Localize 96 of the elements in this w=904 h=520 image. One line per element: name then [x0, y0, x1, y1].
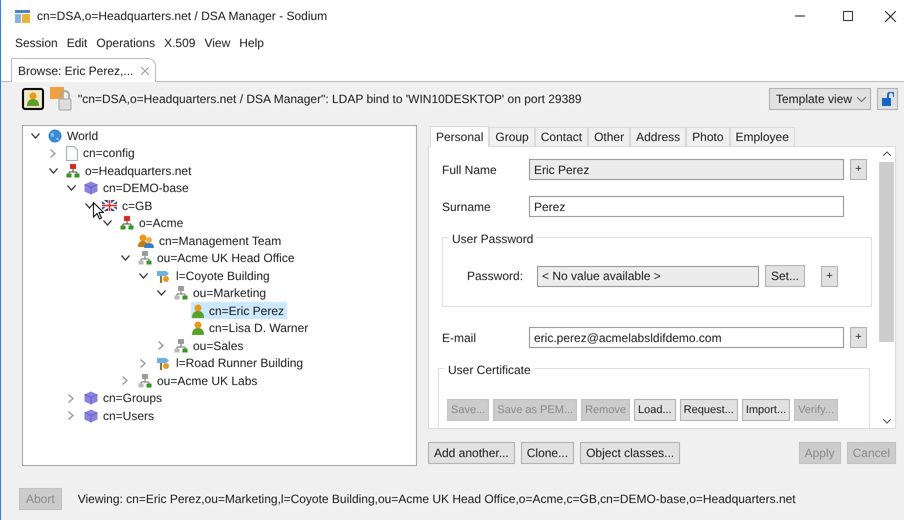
action-button[interactable]: Object classes...: [580, 442, 680, 464]
input-field[interactable]: < No value available >: [537, 266, 759, 286]
collapse-chevron-icon[interactable]: [84, 202, 94, 209]
certificate-button[interactable]: Load...: [634, 399, 676, 421]
collapse-chevron-icon[interactable]: [66, 185, 76, 192]
signpost-icon: [156, 268, 171, 283]
tree-item[interactable]: cn=Groups: [83, 390, 166, 407]
scroll-up-icon[interactable]: [882, 151, 890, 156]
menu-item[interactable]: View: [200, 34, 234, 52]
cube-icon: [84, 391, 98, 406]
unit-icon: [138, 251, 152, 266]
status-text: Viewing: cn=Eric Perez,ou=Marketing,l=Coyote Building,ou=Acme UK Head Office,o=Acme,c=GB,cn=DEMO-base,o=Headquarters.net: [78, 491, 796, 508]
window-title: cn=DSA,o=Headquarters.net / DSA Manager - Sodium: [37, 8, 328, 25]
menu-item[interactable]: Operations: [92, 34, 160, 52]
add-button[interactable]: +: [821, 266, 838, 286]
tab[interactable]: Photo: [686, 127, 730, 146]
field-label: E-mail: [442, 330, 478, 346]
expand-chevron-icon[interactable]: [68, 411, 74, 420]
padlock-icon: [882, 92, 894, 106]
editor-tab[interactable]: Browse: Eric Perez,...: [11, 58, 156, 82]
input-field[interactable]: eric.perez@acmelabsldifdemo.com: [529, 327, 844, 348]
add-button[interactable]: +: [850, 327, 867, 348]
tree-item[interactable]: ou=Sales: [173, 337, 246, 354]
flag-icon: [102, 200, 117, 212]
expand-chevron-icon[interactable]: [158, 341, 164, 350]
menu-item[interactable]: Edit: [62, 34, 92, 52]
maximize-icon[interactable]: [843, 11, 853, 21]
tree-item[interactable]: cn=Users: [83, 407, 158, 424]
people-icon: [138, 234, 154, 248]
person-icon: [192, 321, 204, 336]
tree-item[interactable]: o=Headquarters.net: [65, 162, 194, 180]
document-icon: [66, 146, 78, 161]
expand-chevron-icon[interactable]: [68, 394, 74, 403]
cube-icon: [84, 181, 98, 196]
field-label: Password:: [467, 268, 524, 285]
field-label: Full Name: [442, 162, 498, 178]
tree-item[interactable]: o=Acme: [119, 214, 186, 232]
action-button[interactable]: Clone...: [520, 442, 574, 464]
organization-icon: [120, 216, 134, 230]
tree-item[interactable]: ou=Marketing: [173, 284, 270, 302]
connection-text: "cn=DSA,o=Headquarters.net / DSA Manager": LDAP bind to 'WIN10DESKTOP' on port 29389: [78, 91, 582, 108]
organization-icon: [66, 164, 80, 178]
person-icon: [27, 92, 39, 106]
menu-item[interactable]: X.509: [160, 34, 200, 52]
tree-item[interactable]: cn=Management Team: [137, 232, 284, 250]
menu-item[interactable]: Help: [235, 34, 268, 52]
tree-item[interactable]: ou=Acme UK Labs: [137, 372, 260, 390]
tab[interactable]: Personal: [430, 126, 490, 147]
collapse-chevron-icon[interactable]: [48, 168, 58, 174]
tree-item[interactable]: l=Road Runner Building: [155, 354, 306, 372]
field-label: Surname: [442, 198, 492, 216]
tree-item[interactable]: l=Coyote Building: [155, 267, 273, 284]
set-button[interactable]: Set...: [765, 265, 806, 287]
menu-item[interactable]: Session: [11, 34, 62, 52]
signpost-icon: [156, 356, 171, 370]
scrollbar-thumb[interactable]: [879, 162, 894, 342]
collapse-chevron-icon[interactable]: [156, 290, 166, 296]
input-field[interactable]: Perez: [529, 196, 844, 217]
tree-item[interactable]: cn=DEMO-base: [83, 180, 192, 197]
tree-item[interactable]: World: [47, 127, 102, 144]
tab[interactable]: Contact: [534, 127, 588, 146]
expand-chevron-icon[interactable]: [122, 376, 128, 386]
person-button[interactable]: [22, 88, 44, 110]
input-field[interactable]: Eric Perez: [529, 159, 844, 180]
certificate-button[interactable]: Request...: [680, 399, 738, 421]
tree-item[interactable]: cn=Lisa D. Warner: [191, 320, 312, 337]
close-icon[interactable]: [885, 10, 896, 22]
cube-icon: [84, 408, 98, 423]
app-icon: [15, 10, 30, 22]
tree-item[interactable]: cn=Eric Perez: [191, 302, 288, 320]
add-button[interactable]: +: [850, 159, 867, 180]
tree-item[interactable]: cn=config: [65, 144, 138, 162]
tree-item[interactable]: c=GB: [101, 197, 156, 214]
scroll-down-icon[interactable]: [882, 419, 890, 424]
mouse-pointer-icon: [93, 202, 104, 220]
unit-icon: [174, 286, 188, 300]
collapse-chevron-icon[interactable]: [138, 272, 148, 279]
tab[interactable]: Other: [588, 127, 630, 146]
unlock-button[interactable]: [877, 88, 898, 110]
expand-chevron-icon[interactable]: [50, 148, 56, 158]
certificate-button[interactable]: Import...: [742, 399, 790, 421]
person-icon: [192, 304, 204, 318]
tab[interactable]: Group: [489, 127, 535, 146]
caret-icon: [857, 96, 866, 102]
expand-chevron-icon[interactable]: [140, 358, 146, 368]
collapse-chevron-icon[interactable]: [102, 220, 112, 226]
collapse-chevron-icon[interactable]: [30, 132, 40, 139]
collapse-chevron-icon[interactable]: [120, 255, 130, 262]
tab[interactable]: Employee: [730, 127, 795, 146]
unit-icon: [138, 374, 152, 388]
tree-item[interactable]: ou=Acme UK Head Office: [137, 250, 298, 267]
unit-icon: [174, 338, 188, 353]
tab[interactable]: Address: [630, 127, 686, 146]
action-button[interactable]: Add another...: [428, 442, 515, 464]
view-dropdown[interactable]: Template view: [769, 88, 871, 110]
globe-icon: [48, 128, 62, 143]
